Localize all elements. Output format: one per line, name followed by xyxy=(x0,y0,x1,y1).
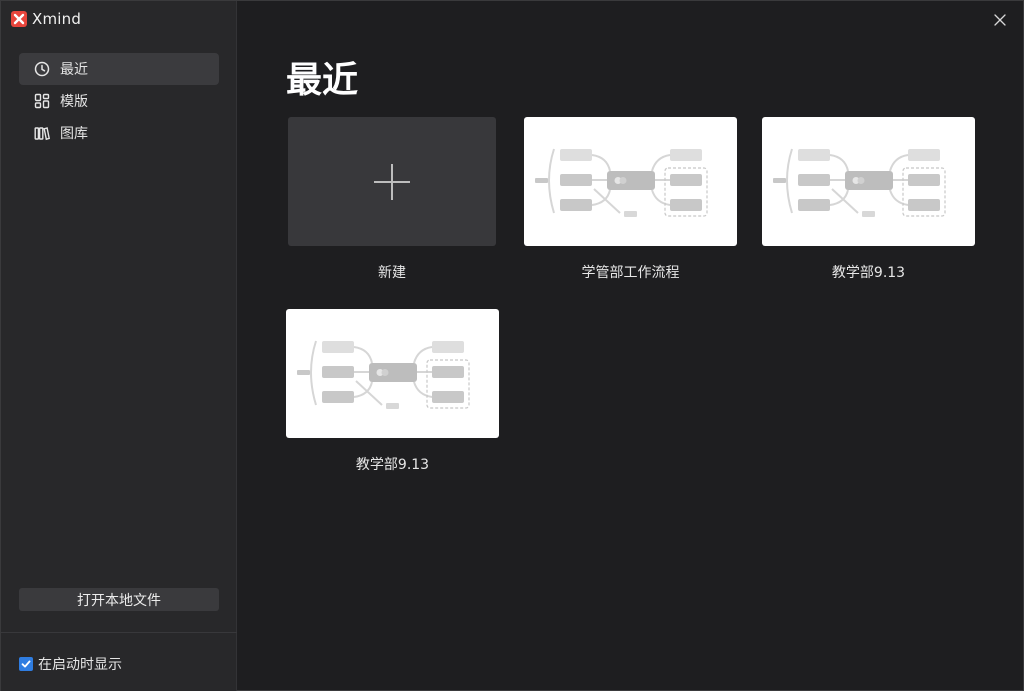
sidebar-item-library[interactable]: 图库 xyxy=(19,117,219,149)
library-books-icon xyxy=(34,125,50,141)
sidebar: Xmind 最近 模版 图库 打开本地文件 在启动时显示 xyxy=(1,1,237,691)
new-file-thumbnail[interactable] xyxy=(288,117,496,246)
checkmark-icon xyxy=(21,660,31,668)
recent-file-label: 教学部9.13 xyxy=(831,265,906,281)
plus-icon xyxy=(374,163,410,200)
sidebar-item-label: 模版 xyxy=(60,94,88,110)
mindmap-thumbnail[interactable] xyxy=(524,117,737,246)
open-local-file-button[interactable]: 打开本地文件 xyxy=(19,588,219,611)
sidebar-divider xyxy=(1,632,237,633)
new-file-card[interactable]: 新建 xyxy=(288,117,496,282)
sidebar-item-label: 图库 xyxy=(60,126,88,142)
startup-checkbox[interactable] xyxy=(19,657,33,671)
recent-file-card[interactable]: 教学部9.13 xyxy=(762,117,975,282)
new-file-label: 新建 xyxy=(378,265,406,281)
template-grid-icon xyxy=(34,93,50,109)
startup-label: 在启动时显示 xyxy=(38,657,122,673)
page-title: 最近 xyxy=(286,60,359,101)
sidebar-item-templates[interactable]: 模版 xyxy=(19,85,219,117)
mindmap-thumbnail[interactable] xyxy=(762,117,975,246)
recent-file-label: 学管部工作流程 xyxy=(581,265,680,281)
sidebar-nav: 最近 模版 图库 xyxy=(19,53,219,149)
close-button[interactable] xyxy=(989,9,1011,31)
recent-file-label: 教学部9.13 xyxy=(355,457,430,473)
xmind-start-window: Xmind 最近 模版 图库 打开本地文件 在启动时显示 最近 新建 学管部工作… xyxy=(0,0,1024,691)
show-on-startup-toggle[interactable]: 在启动时显示 xyxy=(19,654,122,674)
clock-icon xyxy=(34,61,50,77)
app-name: Xmind xyxy=(32,10,82,28)
sidebar-item-recent[interactable]: 最近 xyxy=(19,53,219,85)
sidebar-item-label: 最近 xyxy=(60,62,88,78)
mindmap-thumbnail[interactable] xyxy=(286,309,499,438)
close-icon xyxy=(994,14,1006,26)
recent-file-card[interactable]: 教学部9.13 xyxy=(286,309,499,474)
xmind-logo-icon xyxy=(11,11,27,27)
app-title: Xmind xyxy=(11,10,81,28)
mindmap-preview-icon xyxy=(773,148,946,217)
mindmap-preview-icon xyxy=(535,148,708,217)
recent-file-card[interactable]: 学管部工作流程 xyxy=(524,117,737,282)
mindmap-preview-icon xyxy=(297,340,470,409)
